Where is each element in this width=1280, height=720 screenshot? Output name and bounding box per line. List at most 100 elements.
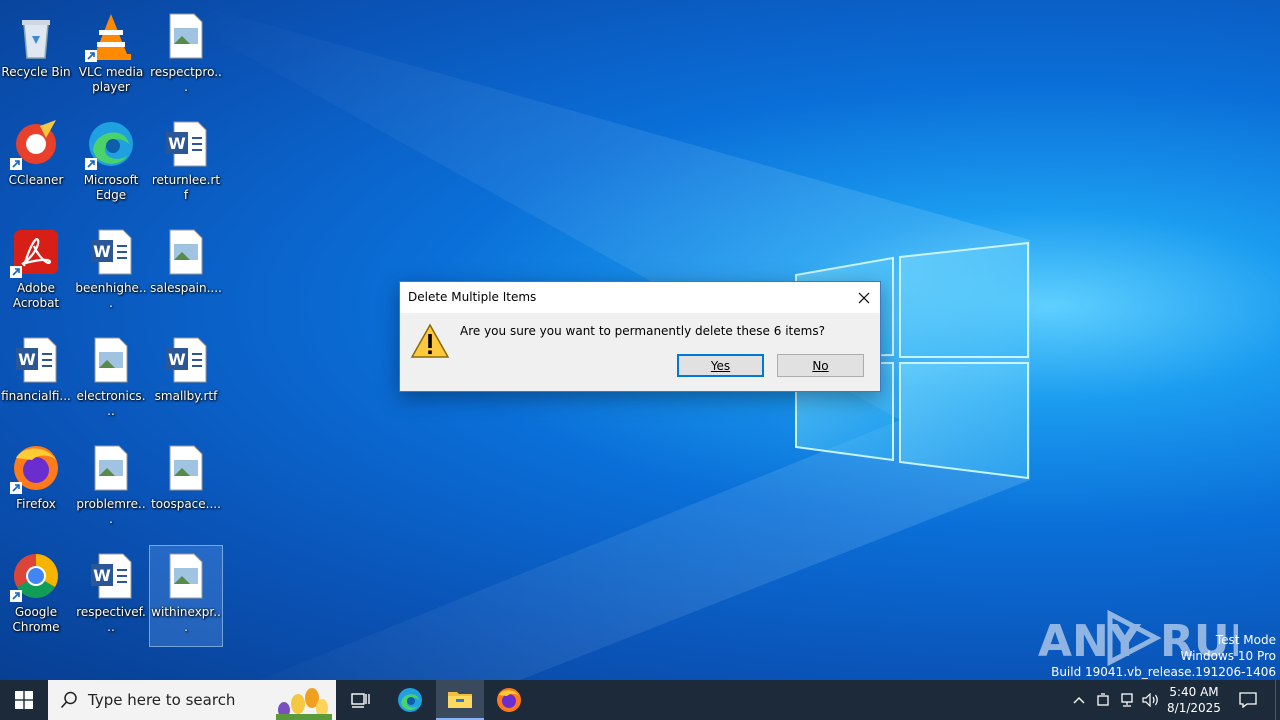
desktop-icon[interactable]: Recycle Bin xyxy=(0,6,72,106)
desktop-icon[interactable]: VLC media player xyxy=(75,6,147,106)
desktop-icon[interactable]: CCleaner xyxy=(0,114,72,214)
desktop: Recycle Bin VLC media player respectpro...… xyxy=(0,0,1280,680)
network-button[interactable] xyxy=(1116,680,1138,720)
network-icon xyxy=(1121,693,1133,707)
desktop-icon[interactable]: toospace.... xyxy=(150,438,222,538)
show-desktop-button[interactable] xyxy=(1275,680,1280,720)
dialog-body: Are you sure you want to permanently del… xyxy=(400,313,880,391)
recycle-bin-icon xyxy=(22,20,50,59)
desktop-icon[interactable]: respectpro... xyxy=(150,6,222,106)
desktop-icon-label: beenhighe... xyxy=(75,281,147,310)
svg-text:W: W xyxy=(93,242,111,261)
warning-icon xyxy=(410,323,450,358)
desktop-icon[interactable]: Firefox xyxy=(0,438,72,538)
desktop-icon-label: VLC media player xyxy=(78,65,144,94)
watermark-test-mode: Test Mode xyxy=(1215,633,1276,647)
desktop-icon[interactable]: Google Chrome xyxy=(0,546,72,646)
svg-text:W: W xyxy=(168,350,186,369)
word-doc-icon: W xyxy=(91,229,132,275)
taskbar-search-box[interactable]: Type here to search xyxy=(48,680,336,720)
edge-icon xyxy=(398,688,422,712)
desktop-icon-label: returnlee.rtf xyxy=(151,173,221,202)
dialog-close-button[interactable] xyxy=(848,282,880,313)
image-file-icon xyxy=(94,445,128,491)
desktop-icon-label: Adobe Acrobat xyxy=(12,281,60,310)
desktop-icon-label: Google Chrome xyxy=(12,605,60,634)
desktop-icon-label: toospace.... xyxy=(151,497,221,511)
desktop-icon-label: smallby.rtf xyxy=(154,389,218,403)
clock[interactable]: 5:40 AM 8/1/2025 xyxy=(1164,680,1224,720)
desktop-icon-label: Microsoft Edge xyxy=(83,173,139,202)
image-file-icon xyxy=(169,553,203,599)
clock-date: 8/1/2025 xyxy=(1167,701,1221,715)
search-icon xyxy=(60,691,77,709)
yes-button[interactable]: Yes xyxy=(677,354,764,377)
desktop-icon[interactable]: Microsoft Edge xyxy=(75,114,147,214)
speaker-icon xyxy=(1142,693,1158,707)
desktop-icon-label: respectivef... xyxy=(76,605,146,634)
tray-device-icon xyxy=(1097,693,1109,706)
firefox-icon xyxy=(497,688,521,712)
taskbar-file-explorer[interactable] xyxy=(436,680,484,720)
desktop-icon[interactable]: salespain.... xyxy=(150,222,222,322)
image-file-icon xyxy=(94,337,128,383)
desktop-icon[interactable]: Wreturnlee.rtf xyxy=(150,114,222,214)
delete-multiple-items-dialog: Delete Multiple Items Are you sure you w… xyxy=(399,281,881,392)
chevron-up-icon xyxy=(1073,697,1085,704)
desktop-icon[interactable]: Wsmallby.rtf xyxy=(150,330,222,430)
shortcut-arrow-icon xyxy=(10,158,22,170)
desktop-icon[interactable]: problemre... xyxy=(75,438,147,538)
shortcut-arrow-icon xyxy=(10,482,22,494)
file-explorer-icon xyxy=(448,692,472,708)
desktop-icon-label: Recycle Bin xyxy=(1,65,71,79)
volume-button[interactable] xyxy=(1140,680,1162,720)
desktop-icon-label: respectpro... xyxy=(150,65,222,94)
test-mode-watermark: Test Mode Windows 10 Pro Build 19041.vb_… xyxy=(1051,632,1276,680)
no-button[interactable]: No xyxy=(777,354,864,377)
desktop-icon-label: problemre... xyxy=(76,497,146,526)
desktop-icon-label: electronics... xyxy=(76,389,146,418)
shortcut-arrow-icon xyxy=(85,50,97,62)
action-center-button[interactable] xyxy=(1228,680,1268,720)
clock-time: 5:40 AM xyxy=(1169,685,1219,699)
svg-text:W: W xyxy=(18,350,36,369)
yes-button-label: Yes xyxy=(710,358,731,373)
start-button[interactable] xyxy=(0,680,48,720)
desktop-icon[interactable]: Wfinancialfi... xyxy=(0,330,72,430)
no-button-label: No xyxy=(812,358,829,373)
svg-text:W: W xyxy=(93,566,111,585)
watermark-edition: Windows 10 Pro xyxy=(1180,649,1276,663)
notification-icon xyxy=(1239,692,1257,708)
desktop-icon[interactable]: Wbeenhighe... xyxy=(75,222,147,322)
show-hidden-icons-button[interactable] xyxy=(1068,680,1090,720)
taskbar: Type here to search 5:40 AM 8/1/2025 xyxy=(0,680,1280,720)
desktop-icon-label: Firefox xyxy=(16,497,56,511)
word-doc-icon: W xyxy=(16,337,57,383)
desktop-icon-label: CCleaner xyxy=(8,173,64,187)
dialog-message: Are you sure you want to permanently del… xyxy=(460,324,825,338)
tray-app-icon[interactable] xyxy=(1092,680,1114,720)
image-file-icon xyxy=(169,229,203,275)
task-view-button[interactable] xyxy=(337,680,385,720)
desktop-icon[interactable]: Wrespectivef... xyxy=(75,546,147,646)
dialog-title: Delete Multiple Items xyxy=(408,290,537,304)
windows-start-icon xyxy=(15,691,33,709)
watermark-build: Build 19041.vb_release.191206-1406 xyxy=(1051,665,1276,679)
desktop-icon[interactable]: withinexpr... xyxy=(149,545,223,647)
desktop-icon-label: financialfi... xyxy=(1,389,71,403)
image-file-icon xyxy=(169,13,203,59)
svg-text:W: W xyxy=(168,134,186,153)
shortcut-arrow-icon xyxy=(10,590,22,602)
search-highlight-flowers-icon xyxy=(276,688,332,720)
task-view-icon xyxy=(351,693,370,708)
dialog-titlebar[interactable]: Delete Multiple Items xyxy=(400,282,880,313)
search-placeholder: Type here to search xyxy=(88,691,236,709)
desktop-icon-label: salespain.... xyxy=(150,281,222,295)
taskbar-edge[interactable] xyxy=(386,680,434,720)
word-doc-icon: W xyxy=(166,337,207,383)
desktop-icon-label: withinexpr... xyxy=(151,605,221,634)
close-icon xyxy=(858,292,870,303)
taskbar-firefox[interactable] xyxy=(486,680,532,720)
desktop-icon[interactable]: Adobe Acrobat xyxy=(0,222,72,322)
desktop-icon[interactable]: electronics... xyxy=(75,330,147,430)
